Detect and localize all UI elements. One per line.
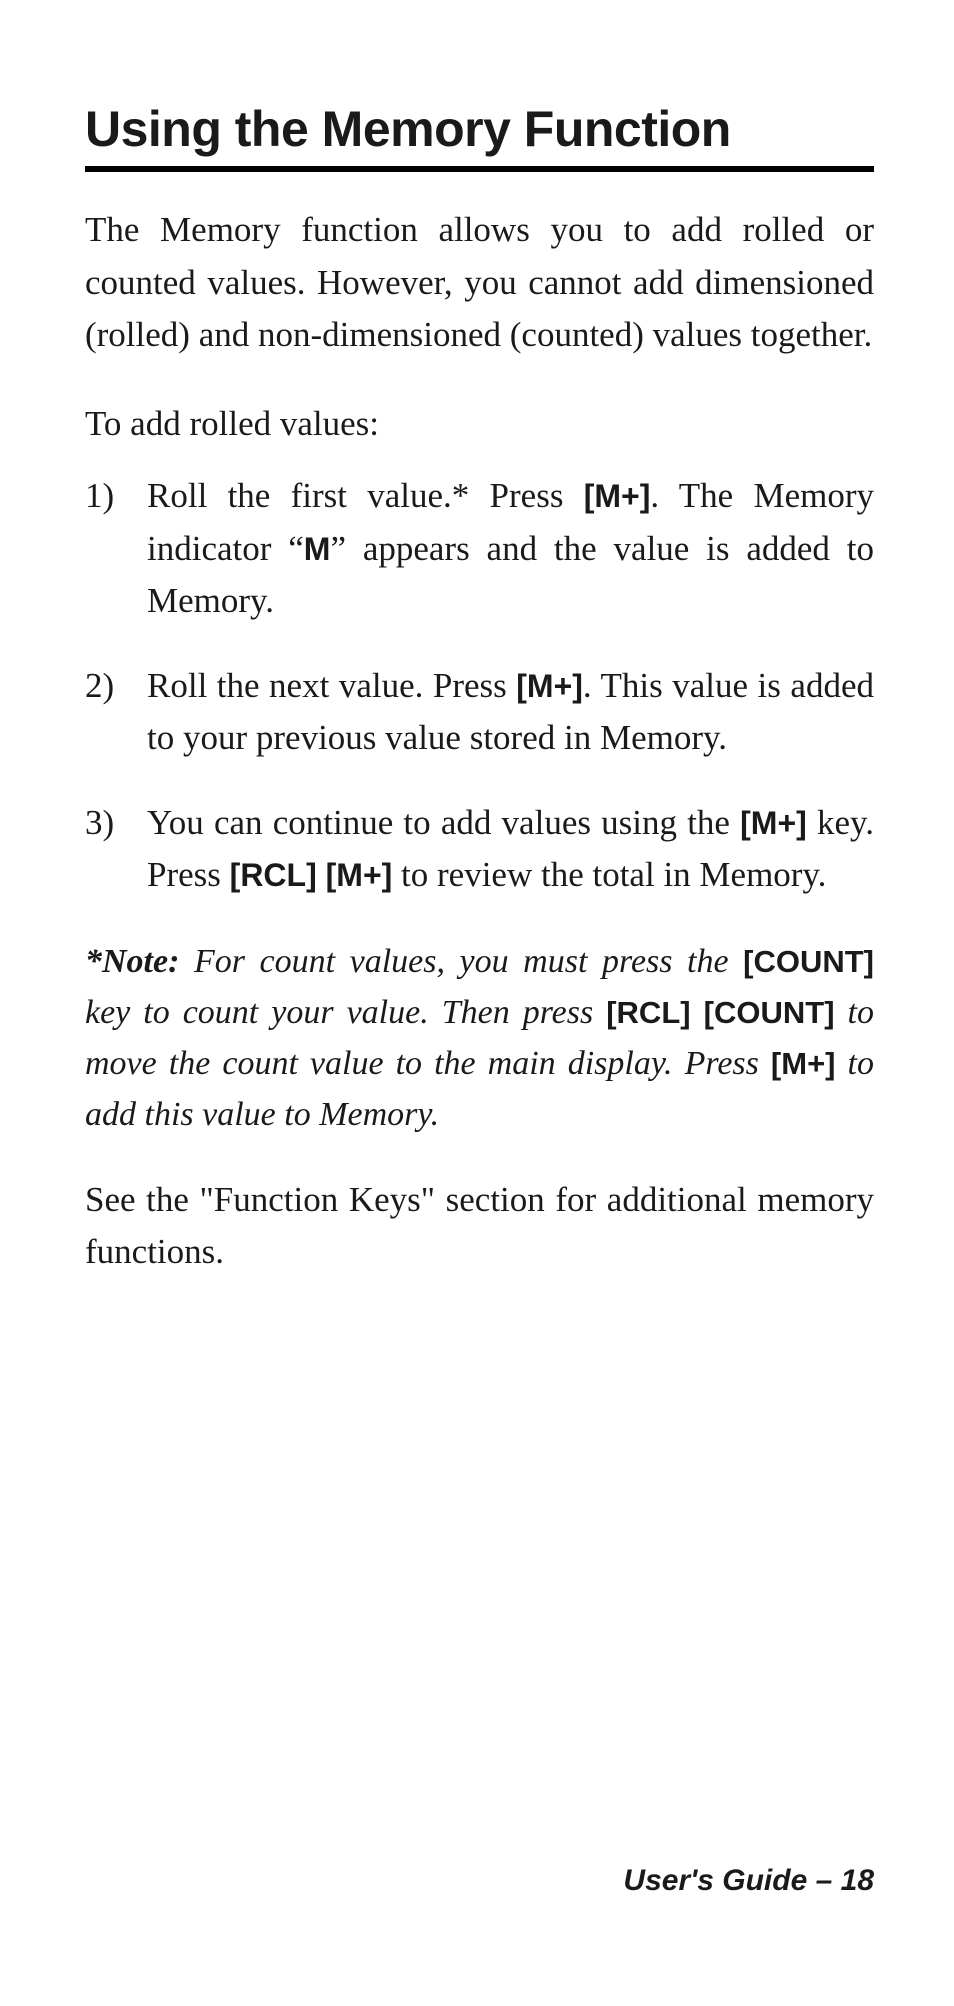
list-content: Roll the next value. Press [M+]. This va… <box>147 660 874 765</box>
key-label: [M+] <box>740 805 807 841</box>
sub-heading: To add rolled values: <box>85 398 874 451</box>
closing-paragraph: See the "Function Keys" section for addi… <box>85 1174 874 1279</box>
note-label: *Note: <box>85 943 179 980</box>
key-label: [RCL] [COUNT] <box>606 995 834 1030</box>
list-content: Roll the first value.* Press [M+]. The M… <box>147 470 874 628</box>
key-label: [M+] <box>584 478 651 514</box>
note-text: key to count your value. Then press <box>85 994 606 1031</box>
key-label: [COUNT] <box>743 944 874 979</box>
list-item: 3) You can continue to add values using … <box>85 797 874 902</box>
key-label: [RCL] [M+] <box>230 857 393 893</box>
key-label: [M+] <box>771 1046 836 1081</box>
step-text: to review the total in Memory. <box>392 855 826 894</box>
list-content: You can continue to add values using the… <box>147 797 874 902</box>
intro-paragraph: The Memory function allows you to add ro… <box>85 204 874 362</box>
memory-indicator-letter: M <box>304 531 331 567</box>
list-marker: 2) <box>85 660 147 765</box>
list-marker: 1) <box>85 470 147 628</box>
list-item: 1) Roll the first value.* Press [M+]. Th… <box>85 470 874 628</box>
page-heading: Using the Memory Function <box>85 100 874 172</box>
note-text: For count values, you must press the <box>179 943 743 980</box>
list-item: 2) Roll the next value. Press [M+]. This… <box>85 660 874 765</box>
step-text: Roll the next value. Press <box>147 666 516 705</box>
key-label: [M+] <box>516 668 583 704</box>
note-paragraph: *Note: For count values, you must press … <box>85 936 874 1140</box>
step-text: Roll the first value.* Press <box>147 476 584 515</box>
step-text: You can continue to add values using the <box>147 803 740 842</box>
steps-list: 1) Roll the first value.* Press [M+]. Th… <box>85 470 874 902</box>
list-marker: 3) <box>85 797 147 902</box>
page-footer: User's Guide – 18 <box>623 1864 874 1898</box>
